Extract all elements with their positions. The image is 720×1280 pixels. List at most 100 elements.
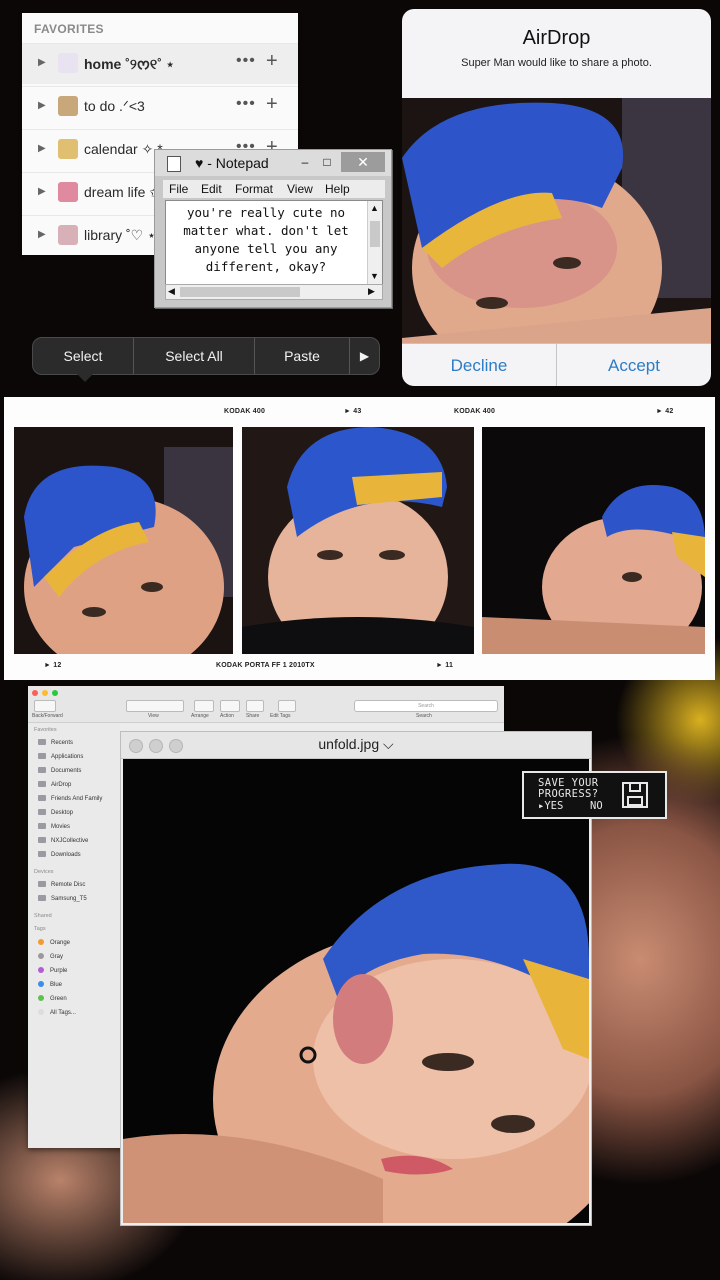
scroll-thumb[interactable] [180,287,300,297]
scroll-right-icon[interactable]: ▶ [368,286,375,297]
sidebar-item-airdrop[interactable]: AirDrop [38,781,71,788]
disclosure-arrow-icon[interactable]: ▶ [38,57,46,68]
disclosure-arrow-icon[interactable]: ▶ [38,229,46,240]
notepad-content[interactable]: you're really cute no matter what. don't… [168,204,364,276]
add-icon[interactable]: + [266,93,278,116]
toolbar-label: View [148,713,159,719]
notepad-menubar: File Edit Format View Help [163,180,385,198]
maximize-button[interactable]: □ [317,152,337,172]
page-emoji-icon [58,182,78,202]
sidebar-item-documents[interactable]: Documents [38,767,81,774]
save-prompt-line: PROGRESS? [538,788,599,800]
sidebar-tag-purple[interactable]: Purple [38,967,67,974]
sidebar-item-desktop[interactable]: Desktop [38,809,73,816]
yes-option[interactable]: ▸YES [538,800,563,812]
sidebar-tag-all[interactable]: All Tags... [38,1009,76,1016]
sidebar-item-samsung-t5[interactable]: Samsung_T5 [38,895,87,902]
scroll-left-icon[interactable]: ◀ [168,286,175,297]
close-window-button[interactable] [32,690,38,696]
scroll-down-icon[interactable]: ▼ [370,271,379,281]
sidebar-item-label: Blue [50,982,63,988]
favorites-header: FAVORITES [34,22,104,36]
sidebar-item-label: NXJCollective [51,838,89,844]
sidebar-item-movies[interactable]: Movies [38,823,70,830]
sidebar-item-remote-disc[interactable]: Remote Disc [38,881,85,888]
more-arrow-icon[interactable]: ▶ [350,338,379,374]
vertical-scrollbar[interactable]: ▲ ▼ [367,201,382,285]
menu-edit[interactable]: Edit [201,182,222,196]
airdrop-dialog: AirDrop Super Man would like to share a … [402,9,711,386]
menu-view[interactable]: View [287,182,313,196]
film-frame-number: ► 43 [344,408,362,415]
arrange-button[interactable] [194,700,214,712]
airdrop-subtitle: Super Man would like to share a photo. [461,57,652,69]
edit-tags-button[interactable] [278,700,296,712]
film-label: KODAK 400 [454,408,496,415]
minimize-window-button[interactable] [42,690,48,696]
more-options-icon[interactable]: ••• [236,52,256,70]
scroll-up-icon[interactable]: ▲ [370,203,379,213]
desktop-icon [38,809,46,815]
tag-dot-icon [38,981,44,987]
favorites-item-to-do[interactable]: ▶ to do .ᐟ<3 ••• + [22,86,298,127]
sidebar-tag-green[interactable]: Green [38,995,67,1002]
tag-dot-icon [38,939,44,945]
sidebar-item-label: Recents [51,740,74,746]
favorites-item-label: library ˚♡ ⋆ [84,227,156,243]
preview-title[interactable]: unfold.jpg ⌵ [121,736,591,753]
share-button[interactable] [246,700,264,712]
sidebar-item-applications[interactable]: Applications [38,753,83,760]
preview-titlebar[interactable]: unfold.jpg ⌵ [121,732,591,759]
horizontal-scrollbar[interactable]: ◀ ▶ [165,284,383,300]
sidebar-tag-orange[interactable]: Orange [38,939,70,946]
airdrop-title: AirDrop [522,27,591,49]
film-frame-number: ► 11 [436,662,454,669]
film-label: KODAK PORTA FF 1 2010TX [216,662,315,669]
floppy-shutter [629,784,641,792]
close-button[interactable]: ✕ [341,152,385,172]
tag-dot-icon [38,995,44,1001]
page-emoji-icon [58,139,78,159]
menu-format[interactable]: Format [235,182,273,196]
sidebar-tag-blue[interactable]: Blue [38,981,62,988]
sidebar-item-friends-and-family[interactable]: Friends And Family [38,795,102,802]
menu-file[interactable]: File [169,182,188,196]
sidebar-item-label: Purple [50,968,68,974]
view-mode-button[interactable] [126,700,184,712]
sidebar-item-downloads[interactable]: Downloads [38,851,81,858]
select-button[interactable]: Select [33,338,133,374]
film-frame-number: ► 12 [44,662,62,669]
drive-icon [38,895,46,901]
sidebar-tag-gray[interactable]: Gray [38,953,63,960]
sidebar-item-recents[interactable]: Recents [38,739,73,746]
back-forward-button[interactable] [34,700,56,712]
accept-button[interactable]: Accept [557,345,711,386]
disc-icon [38,881,46,887]
movies-icon [38,823,46,829]
tag-dot-icon [38,967,44,973]
sidebar-item-nxjcollective[interactable]: NXJCollective [38,837,88,844]
select-all-button[interactable]: Select All [134,338,254,374]
notepad-text-area[interactable]: you're really cute no matter what. don't… [165,200,383,286]
minimize-button[interactable]: – [295,152,315,172]
notepad-titlebar[interactable]: ♥ - Notepad – □ ✕ [155,150,391,176]
sidebar-item-label: Friends And Family [51,796,103,802]
tag-dot-icon [38,1009,44,1015]
zoom-window-button[interactable] [52,690,58,696]
disclosure-arrow-icon[interactable]: ▶ [38,100,46,111]
menu-help[interactable]: Help [325,182,350,196]
add-icon[interactable]: + [266,50,278,73]
favorites-item-label: to do .ᐟ<3 [84,98,145,114]
action-button[interactable] [220,700,240,712]
scroll-thumb[interactable] [370,221,380,247]
paste-button[interactable]: Paste [255,338,349,374]
favorites-item-home[interactable]: ▶ home ˚୨ᰔ୧˚ ⋆ ••• + [22,43,298,84]
decline-button[interactable]: Decline [402,345,556,386]
floppy-disk-icon [622,782,648,808]
film-frame [482,427,705,654]
disclosure-arrow-icon[interactable]: ▶ [38,143,46,154]
more-options-icon[interactable]: ••• [236,95,256,113]
disclosure-arrow-icon[interactable]: ▶ [38,186,46,197]
no-option[interactable]: NO [590,800,603,812]
search-input[interactable]: Search [354,700,498,712]
